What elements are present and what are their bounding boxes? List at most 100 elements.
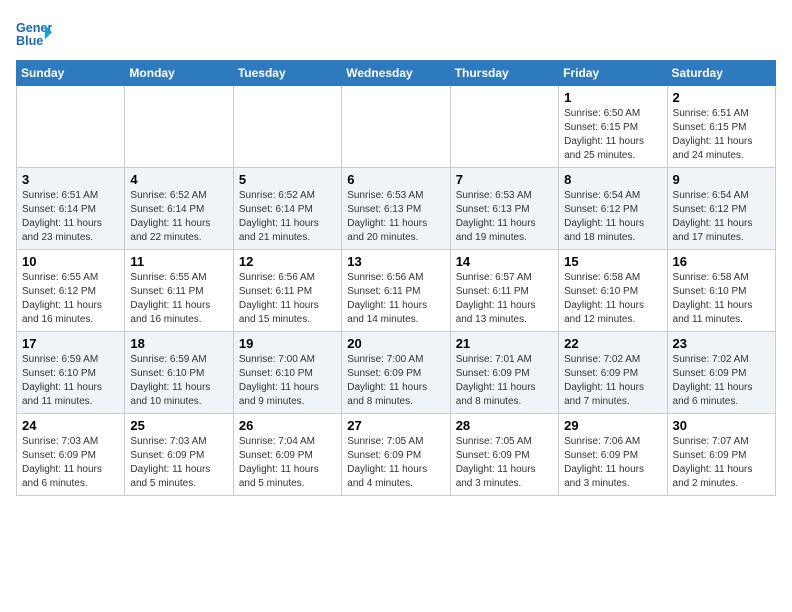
calendar-cell: 19Sunrise: 7:00 AMSunset: 6:10 PMDayligh…	[233, 332, 341, 414]
day-info: Sunrise: 7:01 AMSunset: 6:09 PMDaylight:…	[456, 353, 553, 409]
calendar-cell	[233, 86, 341, 168]
day-info: Sunrise: 6:58 AMSunset: 6:10 PMDaylight:…	[564, 271, 661, 327]
calendar-cell: 13Sunrise: 6:56 AMSunset: 6:11 PMDayligh…	[342, 250, 450, 332]
logo-icon: General Blue	[16, 16, 52, 52]
calendar-cell: 24 Sunrise: 7:03 AMSunset: 6:09 PMDayligh…	[17, 414, 125, 496]
day-info: Sunrise: 7:05 AMSunset: 6:09 PMDaylight:…	[456, 435, 553, 491]
calendar-cell: 4 Sunrise: 6:52 AMSunset: 6:14 PMDaylight…	[125, 168, 233, 250]
day-info: Sunrise: 6:51 AMSunset: 6:14 PMDaylight:…	[22, 189, 119, 245]
day-number: 3	[22, 172, 119, 187]
day-info: Sunrise: 7:03 AMSunset: 6:09 PMDaylight:…	[22, 435, 119, 491]
day-number: 26	[239, 418, 336, 433]
day-number: 16	[673, 254, 770, 269]
day-info: Sunrise: 6:55 AMSunset: 6:11 PMDaylight:…	[130, 271, 227, 327]
calendar-cell: 22 Sunrise: 7:02 AMSunset: 6:09 PMDayligh…	[559, 332, 667, 414]
day-info: Sunrise: 7:07 AMSunset: 6:09 PMDaylight:…	[673, 435, 770, 491]
page-header: General Blue	[16, 16, 776, 52]
day-number: 4	[130, 172, 227, 187]
day-number: 22	[564, 336, 661, 351]
day-info: Sunrise: 7:02 AMSunset: 6:09 PMDaylight:…	[564, 353, 661, 409]
day-info: Sunrise: 6:52 AMSunset: 6:14 PMDaylight:…	[239, 189, 336, 245]
calendar-week-row: 1 Sunrise: 6:50 AMSunset: 6:15 PMDaylight…	[17, 86, 776, 168]
day-info: Sunrise: 6:58 AMSunset: 6:10 PMDaylight:…	[673, 271, 770, 327]
calendar-cell: 9Sunrise: 6:54 AMSunset: 6:12 PMDaylight…	[667, 168, 775, 250]
calendar-cell: 29 Sunrise: 7:06 AMSunset: 6:09 PMDayligh…	[559, 414, 667, 496]
calendar-cell: 16 Sunrise: 6:58 AMSunset: 6:10 PMDayligh…	[667, 250, 775, 332]
day-number: 13	[347, 254, 444, 269]
logo: General Blue	[16, 16, 60, 52]
calendar-cell: 17Sunrise: 6:59 AMSunset: 6:10 PMDayligh…	[17, 332, 125, 414]
day-info: Sunrise: 6:51 AMSunset: 6:15 PMDaylight:…	[673, 107, 770, 163]
calendar-cell	[125, 86, 233, 168]
day-number: 18	[130, 336, 227, 351]
day-number: 23	[673, 336, 770, 351]
day-info: Sunrise: 6:56 AMSunset: 6:11 PMDaylight:…	[239, 271, 336, 327]
calendar-cell: 8 Sunrise: 6:54 AMSunset: 6:12 PMDaylight…	[559, 168, 667, 250]
calendar-cell	[342, 86, 450, 168]
calendar-cell: 14Sunrise: 6:57 AMSunset: 6:11 PMDayligh…	[450, 250, 558, 332]
day-number: 28	[456, 418, 553, 433]
calendar-cell: 27Sunrise: 7:05 AMSunset: 6:09 PMDayligh…	[342, 414, 450, 496]
calendar-cell: 6 Sunrise: 6:53 AMSunset: 6:13 PMDaylight…	[342, 168, 450, 250]
calendar-cell	[450, 86, 558, 168]
day-info: Sunrise: 7:00 AMSunset: 6:09 PMDaylight:…	[347, 353, 444, 409]
day-info: Sunrise: 6:59 AMSunset: 6:10 PMDaylight:…	[130, 353, 227, 409]
calendar-cell: 11Sunrise: 6:55 AMSunset: 6:11 PMDayligh…	[125, 250, 233, 332]
svg-text:Blue: Blue	[16, 34, 43, 48]
weekday-header-thursday: Thursday	[450, 61, 558, 86]
calendar-cell: 10 Sunrise: 6:55 AMSunset: 6:12 PMDayligh…	[17, 250, 125, 332]
calendar-cell: 30 Sunrise: 7:07 AMSunset: 6:09 PMDayligh…	[667, 414, 775, 496]
calendar-cell: 1 Sunrise: 6:50 AMSunset: 6:15 PMDaylight…	[559, 86, 667, 168]
calendar-week-row: 17Sunrise: 6:59 AMSunset: 6:10 PMDayligh…	[17, 332, 776, 414]
day-info: Sunrise: 6:59 AMSunset: 6:10 PMDaylight:…	[22, 353, 119, 409]
day-info: Sunrise: 6:53 AMSunset: 6:13 PMDaylight:…	[347, 189, 444, 245]
day-info: Sunrise: 6:50 AMSunset: 6:15 PMDaylight:…	[564, 107, 661, 163]
day-number: 7	[456, 172, 553, 187]
day-info: Sunrise: 6:54 AMSunset: 6:12 PMDaylight:…	[564, 189, 661, 245]
day-number: 1	[564, 90, 661, 105]
day-info: Sunrise: 6:54 AMSunset: 6:12 PMDaylight:…	[673, 189, 770, 245]
day-info: Sunrise: 7:06 AMSunset: 6:09 PMDaylight:…	[564, 435, 661, 491]
day-info: Sunrise: 7:02 AMSunset: 6:09 PMDaylight:…	[673, 353, 770, 409]
calendar-cell: 12 Sunrise: 6:56 AMSunset: 6:11 PMDayligh…	[233, 250, 341, 332]
calendar-week-row: 3 Sunrise: 6:51 AMSunset: 6:14 PMDaylight…	[17, 168, 776, 250]
calendar-cell: 18 Sunrise: 6:59 AMSunset: 6:10 PMDayligh…	[125, 332, 233, 414]
day-info: Sunrise: 7:03 AMSunset: 6:09 PMDaylight:…	[130, 435, 227, 491]
calendar-cell	[17, 86, 125, 168]
day-number: 24	[22, 418, 119, 433]
calendar-cell: 20 Sunrise: 7:00 AMSunset: 6:09 PMDayligh…	[342, 332, 450, 414]
day-info: Sunrise: 6:55 AMSunset: 6:12 PMDaylight:…	[22, 271, 119, 327]
calendar-table: SundayMondayTuesdayWednesdayThursdayFrid…	[16, 60, 776, 496]
calendar-week-row: 24 Sunrise: 7:03 AMSunset: 6:09 PMDayligh…	[17, 414, 776, 496]
weekday-header-wednesday: Wednesday	[342, 61, 450, 86]
calendar-cell: 5Sunrise: 6:52 AMSunset: 6:14 PMDaylight…	[233, 168, 341, 250]
day-number: 29	[564, 418, 661, 433]
calendar-cell: 3 Sunrise: 6:51 AMSunset: 6:14 PMDaylight…	[17, 168, 125, 250]
calendar-cell: 15 Sunrise: 6:58 AMSunset: 6:10 PMDayligh…	[559, 250, 667, 332]
day-number: 10	[22, 254, 119, 269]
day-number: 2	[673, 90, 770, 105]
day-number: 15	[564, 254, 661, 269]
calendar-cell: 23 Sunrise: 7:02 AMSunset: 6:09 PMDayligh…	[667, 332, 775, 414]
calendar-header-row: SundayMondayTuesdayWednesdayThursdayFrid…	[17, 61, 776, 86]
day-number: 8	[564, 172, 661, 187]
calendar-cell: 25 Sunrise: 7:03 AMSunset: 6:09 PMDayligh…	[125, 414, 233, 496]
weekday-header-tuesday: Tuesday	[233, 61, 341, 86]
calendar-cell: 7 Sunrise: 6:53 AMSunset: 6:13 PMDaylight…	[450, 168, 558, 250]
day-number: 30	[673, 418, 770, 433]
day-info: Sunrise: 7:04 AMSunset: 6:09 PMDaylight:…	[239, 435, 336, 491]
day-number: 19	[239, 336, 336, 351]
calendar-week-row: 10 Sunrise: 6:55 AMSunset: 6:12 PMDayligh…	[17, 250, 776, 332]
day-info: Sunrise: 6:53 AMSunset: 6:13 PMDaylight:…	[456, 189, 553, 245]
day-number: 20	[347, 336, 444, 351]
day-number: 27	[347, 418, 444, 433]
calendar-cell: 28 Sunrise: 7:05 AMSunset: 6:09 PMDayligh…	[450, 414, 558, 496]
day-info: Sunrise: 6:52 AMSunset: 6:14 PMDaylight:…	[130, 189, 227, 245]
day-info: Sunrise: 6:57 AMSunset: 6:11 PMDaylight:…	[456, 271, 553, 327]
day-number: 6	[347, 172, 444, 187]
weekday-header-saturday: Saturday	[667, 61, 775, 86]
calendar-cell: 2 Sunrise: 6:51 AMSunset: 6:15 PMDaylight…	[667, 86, 775, 168]
calendar-cell: 26 Sunrise: 7:04 AMSunset: 6:09 PMDayligh…	[233, 414, 341, 496]
day-number: 12	[239, 254, 336, 269]
day-number: 25	[130, 418, 227, 433]
